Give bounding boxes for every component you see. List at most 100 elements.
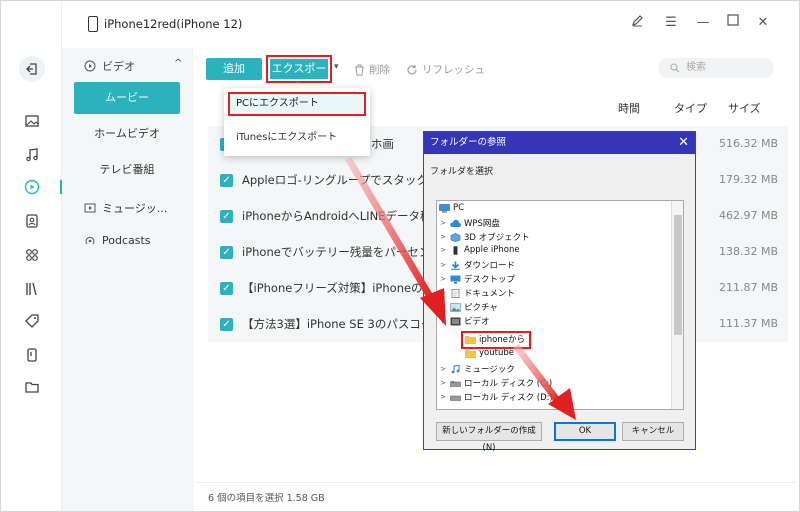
- chevron-up-icon[interactable]: ^: [174, 58, 182, 69]
- expand-icon[interactable]: >: [439, 303, 447, 311]
- video-icon[interactable]: [21, 176, 43, 198]
- tag-icon[interactable]: [21, 310, 43, 332]
- refresh-button[interactable]: リフレッシュ: [406, 62, 485, 77]
- tree-node-videos[interactable]: v ビデオ: [439, 315, 490, 327]
- menu-item-export-to-itunes[interactable]: iTunesにエクスポート: [236, 128, 337, 143]
- device-icon[interactable]: [21, 344, 43, 366]
- tree-node-music[interactable]: > ミュージック: [439, 363, 515, 375]
- tree-node-desktop[interactable]: > デスクトップ: [439, 273, 515, 285]
- search-input[interactable]: 検索: [658, 58, 774, 78]
- expand-icon[interactable]: >: [439, 219, 447, 227]
- tree-node-label: ローカル ディスク (D:): [464, 393, 553, 403]
- close-icon[interactable]: ✕: [754, 14, 772, 32]
- folder-icon: [465, 349, 476, 358]
- tree-node-3d-objects[interactable]: > 3D オブジェクト: [439, 231, 530, 243]
- menu-item-export-to-pc[interactable]: PCにエクスポート: [228, 92, 366, 116]
- sidebar-item-tv-shows[interactable]: テレビ番組: [74, 154, 180, 186]
- tree-node-pictures[interactable]: > ピクチャ: [439, 301, 498, 313]
- cloud-icon: [450, 219, 461, 227]
- folder-icon[interactable]: [21, 376, 43, 398]
- expand-icon[interactable]: >: [439, 261, 447, 269]
- expand-icon[interactable]: >: [439, 275, 447, 283]
- sidebar-item-home-video[interactable]: ホームビデオ: [74, 118, 180, 150]
- books-icon[interactable]: [21, 278, 43, 300]
- row-checkbox[interactable]: ✓: [220, 282, 233, 295]
- row-checkbox[interactable]: ✓: [220, 246, 233, 259]
- back-icon[interactable]: [19, 56, 45, 82]
- category-header[interactable]: ビデオ: [84, 58, 135, 74]
- tree-node-label: ローカル ディスク (C:): [464, 379, 553, 389]
- row-checkbox[interactable]: ✓: [220, 318, 233, 331]
- category-label: ビデオ: [102, 60, 135, 73]
- tree-node-label: youtube: [479, 348, 514, 358]
- new-folder-button[interactable]: 新しいフォルダーの作成(N): [436, 422, 542, 453]
- expand-icon[interactable]: >: [439, 233, 447, 241]
- tree-node-documents[interactable]: > ドキュメント: [439, 287, 515, 299]
- expand-icon[interactable]: >: [439, 289, 447, 297]
- tree-node-drive-d[interactable]: > ローカル ディスク (D:): [439, 391, 553, 403]
- folder-tree: PC > WPS网盘 > 3D オブジェクト > Apple iPhone > …: [436, 200, 684, 410]
- contacts-icon[interactable]: [21, 210, 43, 232]
- row-size: 516.32 MB: [718, 137, 778, 150]
- dialog-close-icon[interactable]: ✕: [678, 132, 689, 154]
- folder-browse-dialog: フォルダーの参照 ✕ フォルダを選択 PC > WPS网盘 > 3D オブジェク…: [423, 131, 696, 453]
- status-text: 6 個の項目を選択 1.58 GB: [208, 493, 325, 504]
- tree-node-downloads[interactable]: > ダウンロード: [439, 259, 515, 271]
- tree-node-youtube[interactable]: youtube: [465, 348, 514, 358]
- chevron-down-icon[interactable]: ▾: [334, 62, 339, 72]
- sidebar-music-video-label: ミュージッ...: [102, 202, 168, 215]
- tree-node-pc[interactable]: PC: [439, 203, 464, 213]
- device-title: iPhone12red(iPhone 12): [104, 17, 243, 31]
- tree-node-wps[interactable]: > WPS网盘: [439, 217, 500, 229]
- tree-scrollbar[interactable]: [671, 201, 683, 409]
- phone-icon: [88, 16, 98, 32]
- row-size: 211.87 MB: [718, 281, 778, 294]
- video-folder-icon: [450, 317, 461, 325]
- desktop-icon: [450, 275, 461, 283]
- expand-icon[interactable]: >: [439, 379, 447, 387]
- export-button-label: エクスポート: [270, 59, 328, 94]
- sidebar-item-movies[interactable]: ムービー: [74, 82, 180, 114]
- row-checkbox[interactable]: ✓: [220, 174, 233, 187]
- column-time[interactable]: 時間: [618, 100, 640, 116]
- ok-button[interactable]: OK: [554, 422, 616, 441]
- drive-icon: [450, 395, 461, 401]
- search-placeholder: 検索: [686, 62, 706, 73]
- expand-icon[interactable]: >: [439, 246, 447, 254]
- cancel-button[interactable]: キャンセル: [622, 422, 684, 441]
- tree-node-label: WPS网盘: [464, 219, 500, 229]
- minimize-icon[interactable]: —: [694, 14, 712, 32]
- export-menu: PCにエクスポート iTunesにエクスポート: [224, 88, 370, 156]
- edit-icon[interactable]: [628, 14, 646, 32]
- search-icon: [670, 63, 680, 73]
- column-type[interactable]: タイプ: [674, 100, 707, 116]
- expand-icon[interactable]: >: [439, 365, 447, 373]
- category-sidebar: ビデオ ^ ムービー ホームビデオ テレビ番組 ミュージッ... Podcast…: [62, 48, 194, 512]
- row-size: 138.32 MB: [718, 245, 778, 258]
- row-name: 【iPhoneフリーズ対策】iPhoneの画面: [242, 281, 446, 295]
- maximize-icon[interactable]: [724, 14, 742, 32]
- menu-icon[interactable]: ☰: [662, 14, 680, 32]
- icon-rail: [0, 0, 63, 512]
- tree-node-label: ダウンロード: [464, 261, 516, 271]
- sidebar-item-music-video[interactable]: ミュージッ...: [84, 200, 167, 216]
- status-divider: [196, 482, 796, 483]
- tree-node-apple-iphone[interactable]: > Apple iPhone: [439, 245, 520, 255]
- music-icon[interactable]: [21, 144, 43, 166]
- row-checkbox[interactable]: ✓: [220, 210, 233, 223]
- photo-icon[interactable]: [21, 110, 43, 132]
- pc-icon: [439, 203, 450, 212]
- export-button[interactable]: エクスポート: [266, 55, 332, 94]
- tree-node-drive-c[interactable]: > ローカル ディスク (C:): [439, 377, 552, 389]
- dialog-prompt: フォルダを選択: [430, 167, 494, 177]
- delete-button[interactable]: 削除: [354, 62, 390, 77]
- tree-node-label: ドキュメント: [464, 289, 516, 299]
- sidebar-item-podcasts[interactable]: Podcasts: [84, 234, 151, 247]
- refresh-icon: [407, 64, 417, 74]
- scrollbar-thumb[interactable]: [674, 215, 682, 335]
- expand-icon[interactable]: >: [439, 393, 447, 401]
- collapse-icon[interactable]: v: [439, 317, 447, 325]
- add-button[interactable]: 追加: [206, 58, 262, 80]
- apps-icon[interactable]: [21, 244, 43, 266]
- column-size[interactable]: サイズ: [728, 100, 761, 116]
